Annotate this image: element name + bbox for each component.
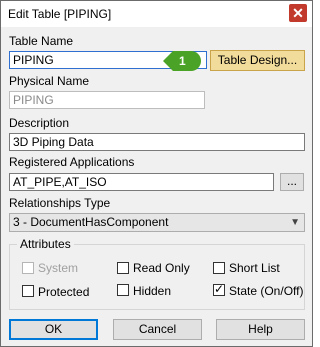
hidden-checkbox[interactable]	[117, 284, 129, 296]
step-number: 1	[179, 54, 186, 68]
system-checkbox	[22, 262, 34, 274]
checkmark-icon: ✓	[214, 282, 225, 296]
short-list-checkbox[interactable]	[213, 262, 225, 274]
protected-checkbox-label[interactable]: Protected	[38, 285, 89, 299]
relationships-type-value: 3 - DocumentHasComponent	[13, 215, 169, 229]
physical-name-label: Physical Name	[9, 74, 90, 88]
cancel-button[interactable]: Cancel	[113, 319, 202, 340]
chevron-down-icon: ▼	[290, 217, 300, 228]
system-checkbox-label: System	[38, 261, 79, 275]
description-label: Description	[9, 116, 70, 130]
table-name-label: Table Name	[9, 34, 74, 48]
browse-button[interactable]: ...	[280, 173, 304, 191]
table-design-button[interactable]: Table Design...	[210, 50, 305, 71]
help-button[interactable]: Help	[216, 319, 305, 340]
attributes-group-label: Attributes	[17, 237, 74, 251]
registered-applications-field[interactable]: AT_PIPE,AT_ISO	[9, 173, 274, 191]
description-field[interactable]: 3D Piping Data	[9, 133, 305, 151]
hidden-checkbox-label[interactable]: Hidden	[133, 284, 171, 298]
relationships-type-dropdown[interactable]: 3 - DocumentHasComponent ▼	[9, 213, 305, 232]
read-only-checkbox-label[interactable]: Read Only	[133, 261, 190, 275]
protected-checkbox[interactable]	[22, 285, 34, 297]
physical-name-field: PIPING	[9, 91, 205, 109]
step-number-badge: 1	[163, 51, 201, 71]
state-checkbox[interactable]: ✓	[213, 282, 225, 296]
relationships-type-label: Relationships Type	[9, 196, 111, 210]
registered-applications-label: Registered Applications	[9, 155, 135, 169]
attributes-group	[9, 244, 305, 310]
short-list-checkbox-label[interactable]: Short List	[229, 261, 280, 275]
close-button[interactable]: ✕	[289, 4, 307, 22]
title-bar: Edit Table [PIPING] ✕	[1, 1, 312, 27]
edit-table-dialog: Edit Table [PIPING] ✕ Table Name PIPING …	[0, 0, 313, 347]
state-checkbox-label[interactable]: State (On/Off)	[229, 284, 303, 298]
ok-button[interactable]: OK	[9, 319, 98, 340]
read-only-checkbox[interactable]	[117, 262, 129, 274]
dialog-title: Edit Table [PIPING]	[8, 7, 112, 21]
